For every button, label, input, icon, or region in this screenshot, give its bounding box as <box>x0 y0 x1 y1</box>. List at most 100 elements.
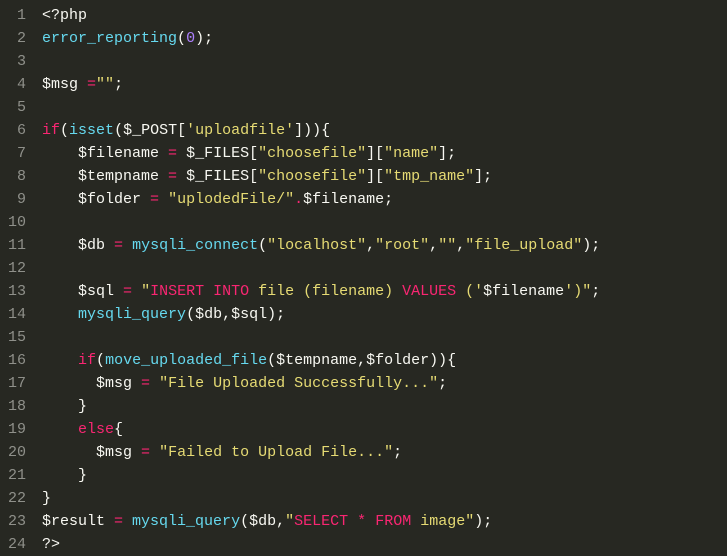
code-token: if <box>78 352 96 369</box>
code-line[interactable]: mysqli_query($db,$sql); <box>42 303 727 326</box>
line-number: 7 <box>8 142 26 165</box>
code-token: "" <box>96 76 114 93</box>
code-token: " <box>285 513 294 530</box>
line-number: 1 <box>8 4 26 27</box>
line-number: 15 <box>8 326 26 349</box>
code-token: = <box>159 168 186 185</box>
code-token: ; <box>438 375 447 392</box>
code-token: ); <box>195 30 213 47</box>
code-token: = <box>105 237 132 254</box>
code-token: = <box>132 375 159 392</box>
code-token <box>42 191 78 208</box>
code-token: $_FILES <box>186 168 249 185</box>
line-number: 11 <box>8 234 26 257</box>
code-editor-area[interactable]: <?phperror_reporting(0); $msg =""; if(is… <box>36 0 727 554</box>
line-number: 9 <box>8 188 26 211</box>
code-token: "Failed to Upload File..." <box>159 444 393 461</box>
code-token: "file_upload" <box>465 237 582 254</box>
code-line[interactable]: ?> <box>42 533 727 554</box>
code-token: SELECT <box>294 513 348 530</box>
code-token: } <box>42 467 87 484</box>
code-line[interactable]: } <box>42 395 727 418</box>
code-token: else <box>78 421 114 438</box>
line-number: 17 <box>8 372 26 395</box>
code-token: ( <box>258 237 267 254</box>
code-token: " <box>141 283 150 300</box>
code-token: image" <box>411 513 474 530</box>
code-line[interactable]: $db = mysqli_connect("localhost","root",… <box>42 234 727 257</box>
code-token: "choosefile" <box>258 168 366 185</box>
code-token: $sql <box>78 283 114 300</box>
code-token: FROM <box>375 513 411 530</box>
code-token: ( <box>177 30 186 47</box>
code-token: "File Uploaded Successfully..." <box>159 375 438 392</box>
code-token: ( <box>240 513 249 530</box>
code-line[interactable]: } <box>42 487 727 510</box>
code-token: "localhost" <box>267 237 366 254</box>
code-line[interactable] <box>42 96 727 119</box>
code-token <box>42 237 78 254</box>
code-token <box>42 444 96 461</box>
code-token: "name" <box>384 145 438 162</box>
code-line[interactable]: error_reporting(0); <box>42 27 727 50</box>
code-token <box>42 421 78 438</box>
code-line[interactable]: $sql = "INSERT INTO file (filename) VALU… <box>42 280 727 303</box>
code-token: = <box>132 444 159 461</box>
code-line[interactable] <box>42 211 727 234</box>
code-token: 'uploadfile' <box>186 122 294 139</box>
code-token: , <box>222 306 231 323</box>
code-token: $filename <box>78 145 159 162</box>
code-token: ; <box>591 283 600 300</box>
code-token: $folder <box>366 352 429 369</box>
code-token: ( <box>96 352 105 369</box>
code-line[interactable] <box>42 326 727 349</box>
code-token: ( <box>114 122 123 139</box>
code-line[interactable]: if(move_uploaded_file($tempname,$folder)… <box>42 349 727 372</box>
code-line[interactable]: if(isset($_POST['uploadfile'])){ <box>42 119 727 142</box>
code-token: $sql <box>231 306 267 323</box>
code-token: = <box>78 76 96 93</box>
code-token: ]; <box>438 145 456 162</box>
code-line[interactable]: $filename = $_FILES["choosefile"]["name"… <box>42 142 727 165</box>
code-token: "uplodedFile/" <box>168 191 294 208</box>
code-token: $filename <box>303 191 384 208</box>
code-line[interactable]: $tempname = $_FILES["choosefile"]["tmp_n… <box>42 165 727 188</box>
code-line[interactable]: else{ <box>42 418 727 441</box>
code-token: )){ <box>429 352 456 369</box>
code-token: [ <box>249 145 258 162</box>
code-token <box>42 145 78 162</box>
code-token: if <box>42 122 60 139</box>
line-number: 13 <box>8 280 26 303</box>
code-line[interactable]: <?php <box>42 4 727 27</box>
code-token: ; <box>393 444 402 461</box>
code-line[interactable]: $msg =""; <box>42 73 727 96</box>
code-line[interactable]: $msg = "Failed to Upload File..."; <box>42 441 727 464</box>
code-token <box>42 352 78 369</box>
code-token: $tempname <box>276 352 357 369</box>
code-token: mysqli_query <box>78 306 186 323</box>
code-line[interactable]: $msg = "File Uploaded Successfully..."; <box>42 372 727 395</box>
code-token: ; <box>384 191 393 208</box>
line-number: 2 <box>8 27 26 50</box>
line-number: 5 <box>8 96 26 119</box>
line-number: 14 <box>8 303 26 326</box>
code-line[interactable] <box>42 257 727 280</box>
code-token: = <box>159 145 186 162</box>
code-token: $tempname <box>78 168 159 185</box>
code-line[interactable] <box>42 50 727 73</box>
line-number: 3 <box>8 50 26 73</box>
line-number: 8 <box>8 165 26 188</box>
code-token: ; <box>114 76 123 93</box>
line-number: 21 <box>8 464 26 487</box>
code-token <box>348 513 357 530</box>
code-line[interactable]: $folder = "uplodedFile/".$filename; <box>42 188 727 211</box>
code-token: $msg <box>96 444 132 461</box>
code-line[interactable]: $result = mysqli_query($db,"SELECT * FRO… <box>42 510 727 533</box>
code-token: ][ <box>366 168 384 185</box>
line-number: 20 <box>8 441 26 464</box>
code-line[interactable]: } <box>42 464 727 487</box>
code-token <box>42 168 78 185</box>
code-token: 0 <box>186 30 195 47</box>
code-token: $db <box>195 306 222 323</box>
code-token: mysqli_connect <box>132 237 258 254</box>
